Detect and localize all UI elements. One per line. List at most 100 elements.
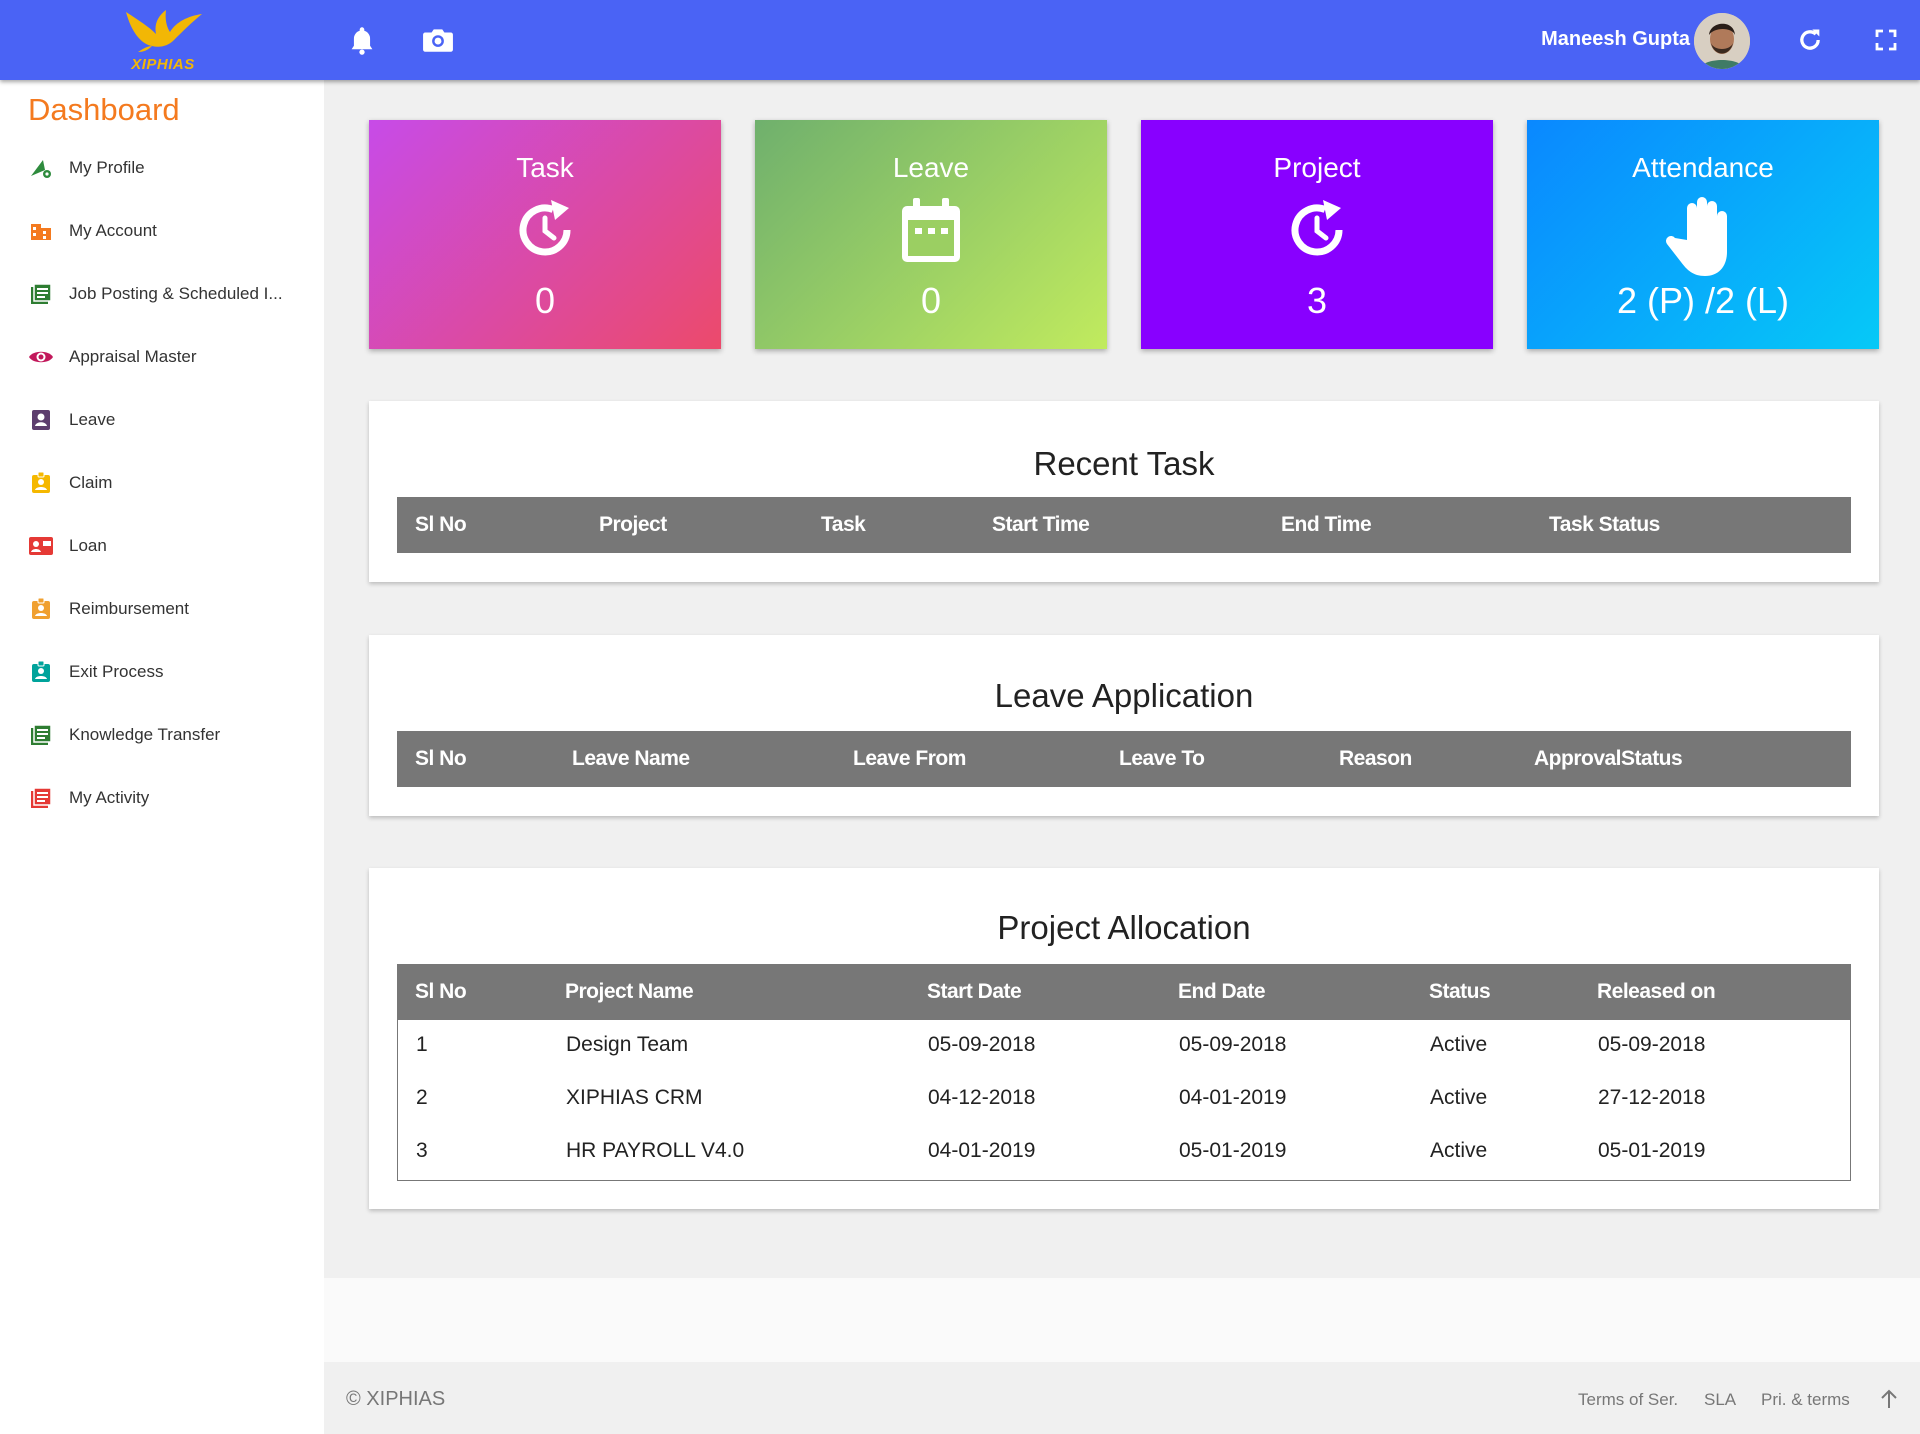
cell-sl-no: 3	[416, 1139, 428, 1162]
copyright-text: © XIPHIAS	[346, 1388, 446, 1410]
panel-title: Leave Application	[994, 677, 1254, 714]
table-header: Sl No Leave Name Leave From Leave To Rea…	[397, 731, 1851, 787]
table-header: Sl No Project Name Start Date End Date S…	[397, 964, 1851, 1020]
card-value: 2 (P) /2 (L)	[1616, 280, 1790, 321]
eye-icon	[28, 344, 54, 370]
cell-sl-no: 2	[416, 1086, 428, 1109]
column-header[interactable]: Sl No	[415, 980, 467, 1004]
card-title: Attendance	[1632, 152, 1774, 183]
sidebar-item-label: My Activity	[69, 788, 150, 807]
list-icon	[28, 281, 54, 307]
calendar-icon	[755, 196, 1107, 272]
sidebar-item-loan[interactable]: Loan	[28, 526, 318, 566]
table-row[interactable]: 3 HR PAYROLL V4.0 04-01-2019 05-01-2019 …	[398, 1128, 1850, 1180]
card-title: Leave	[892, 152, 970, 183]
cell-sl-no: 1	[416, 1033, 428, 1056]
sidebar-item-appraisal-master[interactable]: Appraisal Master	[28, 337, 318, 377]
list-icon	[28, 722, 54, 748]
column-header[interactable]: Released on	[1597, 980, 1716, 1004]
column-header[interactable]: Task Status	[1549, 513, 1660, 537]
project-card[interactable]: Project 3	[1141, 120, 1493, 349]
column-header[interactable]: Leave To	[1119, 747, 1205, 771]
sidebar-item-label: Claim	[69, 473, 113, 492]
leave-card[interactable]: Leave 0	[755, 120, 1107, 349]
column-header[interactable]: Sl No	[415, 747, 467, 771]
sla-link[interactable]: SLA	[1704, 1390, 1736, 1410]
column-header[interactable]: Start Date	[927, 980, 1022, 1004]
attendance-card[interactable]: Attendance 2 (P) /2 (L)	[1527, 120, 1879, 349]
column-header[interactable]: Sl No	[415, 513, 467, 537]
sidebar-title[interactable]: Dashboard	[28, 92, 180, 128]
cell-start-date: 04-01-2019	[928, 1139, 1036, 1162]
column-header[interactable]: ApprovalStatus	[1534, 747, 1683, 771]
profile-settings-icon	[28, 155, 54, 181]
history-icon	[369, 196, 721, 272]
sidebar: Dashboard My Profile My Account Job Post…	[0, 80, 324, 1434]
cell-status: Active	[1430, 1139, 1488, 1162]
hand-icon	[1527, 196, 1879, 276]
building-icon	[28, 218, 54, 244]
card-value: 0	[920, 280, 942, 321]
sidebar-item-my-account[interactable]: My Account	[28, 211, 318, 251]
cell-released-on: 05-01-2019	[1598, 1139, 1706, 1162]
avatar[interactable]	[1694, 13, 1750, 69]
sidebar-item-knowledge-transfer[interactable]: Knowledge Transfer	[28, 715, 318, 755]
list-icon	[28, 785, 54, 811]
table-header: Sl No Project Task Start Time End Time T…	[397, 497, 1851, 553]
sidebar-item-exit-process[interactable]: Exit Process	[28, 652, 318, 692]
sidebar-item-reimbursement[interactable]: Reimbursement	[28, 589, 318, 629]
column-header[interactable]: Project	[599, 513, 667, 537]
badge-icon	[28, 470, 54, 496]
history-icon	[1141, 196, 1493, 272]
camera-icon[interactable]	[420, 22, 456, 58]
sidebar-item-claim[interactable]: Claim	[28, 463, 318, 503]
footer: © XIPHIAS Terms of Ser. SLA Pri. & terms	[324, 1362, 1920, 1434]
project-allocation-panel: Project Allocation Sl No Project Name St…	[369, 868, 1879, 1209]
cell-end-date: 05-01-2019	[1179, 1139, 1287, 1162]
sidebar-item-label: Leave	[69, 410, 116, 429]
column-header[interactable]: Leave Name	[572, 747, 690, 771]
bell-icon[interactable]	[344, 22, 380, 58]
sidebar-item-label: My Profile	[69, 158, 145, 177]
cell-status: Active	[1430, 1086, 1488, 1109]
column-header[interactable]: Task	[821, 513, 866, 537]
column-header[interactable]: End Date	[1178, 980, 1266, 1004]
sidebar-item-label: My Account	[69, 221, 157, 240]
scroll-to-top-icon[interactable]	[1878, 1388, 1902, 1412]
recent-task-panel: Recent Task Sl No Project Task Start Tim…	[369, 401, 1879, 582]
table-row[interactable]: 1 Design Team 05-09-2018 05-09-2018 Acti…	[398, 1020, 1850, 1074]
sidebar-item-label: Appraisal Master	[69, 347, 197, 366]
column-header[interactable]: End Time	[1281, 513, 1372, 537]
sidebar-item-label: Job Posting & Scheduled I...	[69, 284, 283, 303]
contact-card-icon	[28, 407, 54, 433]
column-header[interactable]: Reason	[1339, 747, 1412, 771]
card-value: 0	[534, 280, 556, 321]
leave-application-panel: Leave Application Sl No Leave Name Leave…	[369, 635, 1879, 816]
xiphias-logo[interactable]: XIPHIAS	[118, 6, 208, 74]
table-row[interactable]: 2 XIPHIAS CRM 04-12-2018 04-01-2019 Acti…	[398, 1074, 1850, 1128]
user-name[interactable]: Maneesh Gupta	[1500, 28, 1690, 51]
column-header[interactable]: Start Time	[992, 513, 1090, 537]
cell-start-date: 05-09-2018	[928, 1033, 1036, 1056]
cell-project-name: XIPHIAS CRM	[566, 1086, 703, 1109]
terms-of-service-link[interactable]: Terms of Ser.	[1578, 1390, 1678, 1410]
sidebar-item-job-posting[interactable]: Job Posting & Scheduled I...	[28, 274, 318, 314]
logo-text: XIPHIAS	[131, 56, 195, 73]
privacy-terms-link[interactable]: Pri. & terms	[1761, 1390, 1850, 1410]
column-header[interactable]: Status	[1429, 980, 1491, 1004]
fullscreen-icon[interactable]	[1868, 22, 1904, 58]
panel-title: Project Allocation	[997, 909, 1251, 946]
sidebar-item-leave[interactable]: Leave	[28, 400, 318, 440]
badge-icon	[28, 596, 54, 622]
content-bottom-band	[324, 1278, 1920, 1362]
refresh-icon[interactable]	[1792, 22, 1828, 58]
sidebar-item-my-profile[interactable]: My Profile	[28, 148, 318, 188]
card-title: Task	[516, 152, 574, 183]
sidebar-item-label: Exit Process	[69, 662, 164, 681]
sidebar-item-my-activity[interactable]: My Activity	[28, 778, 318, 818]
cell-status: Active	[1430, 1033, 1488, 1056]
column-header[interactable]: Leave From	[853, 747, 966, 771]
sidebar-item-label: Knowledge Transfer	[69, 725, 221, 744]
task-card[interactable]: Task 0	[369, 120, 721, 349]
column-header[interactable]: Project Name	[565, 980, 694, 1004]
